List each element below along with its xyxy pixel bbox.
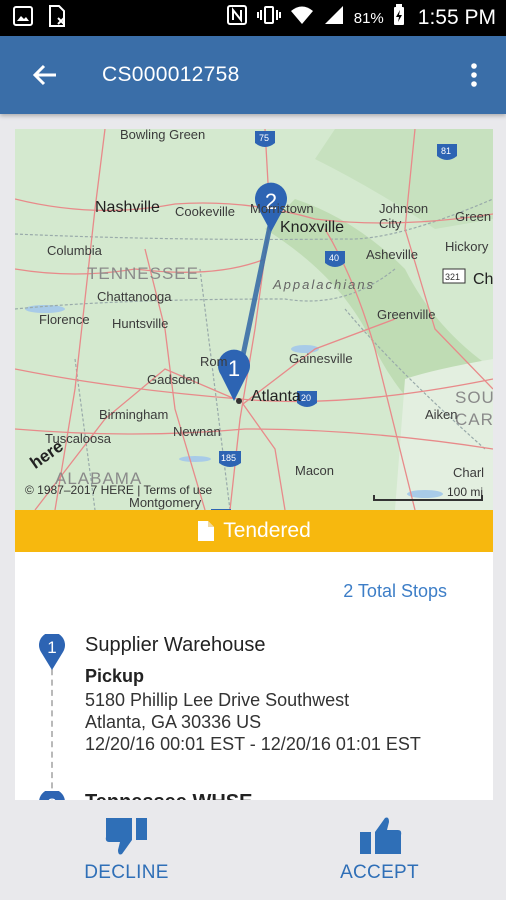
status-label: Tendered <box>223 519 311 542</box>
thumbs-down-icon <box>105 818 147 855</box>
map-label-newnan: Newnan <box>173 424 221 439</box>
svg-text:20: 20 <box>301 393 311 403</box>
map-label-appalachians: Appalachians <box>273 277 376 292</box>
stop-marker-icon: 1 <box>39 634 65 670</box>
svg-text:185: 185 <box>221 453 236 463</box>
map-label-bowling-green: Bowling Green <box>120 129 206 142</box>
map-label-green: Green <box>455 209 492 224</box>
action-bar: DECLINE ACCEPT <box>0 800 506 900</box>
map-label-chattanooga: Chattanooga <box>97 289 172 304</box>
map-label-rome: Rom <box>200 354 228 369</box>
map-label-morristown: Morristown <box>250 201 314 216</box>
accept-label: ACCEPT <box>340 862 419 883</box>
map-label-atlanta: Atlanta <box>251 388 301 405</box>
stop-connector <box>51 659 53 809</box>
stop-time-window: 12/20/16 00:01 EST - 12/20/16 01:01 EST <box>85 734 421 754</box>
stop-name: Supplier Warehouse <box>85 634 266 656</box>
svg-text:75: 75 <box>259 133 269 143</box>
decline-label: DECLINE <box>84 862 169 883</box>
map-label-aiken: Aiken <box>425 407 458 422</box>
thumbs-up-icon <box>359 817 401 854</box>
document-icon <box>198 521 215 541</box>
map-label-asheville: Asheville <box>366 247 419 262</box>
file-x-icon <box>46 4 68 33</box>
arrow-left-icon <box>32 64 56 86</box>
svg-text:1: 1 <box>47 638 56 657</box>
status-bar: 81% 1:55 PM <box>0 0 506 36</box>
shipment-card: 75 81 40 20 185 321 2 1 Bowling Green Na <box>15 129 493 819</box>
nfc-icon <box>226 4 248 32</box>
map-label-nashville: Nashville <box>95 199 160 216</box>
map-copyright[interactable]: © 1987–2017 HERE | Terms of use <box>25 483 212 497</box>
map-label-montgomery: Montgomery <box>129 495 202 510</box>
map-label-hickory: Hickory <box>445 239 489 254</box>
svg-text:321: 321 <box>445 272 460 282</box>
map-label-greenville: Greenville <box>377 307 436 322</box>
stop-address-line2: Atlanta, GA 30336 US <box>85 712 262 732</box>
battery-icon <box>393 4 405 32</box>
vibrate-icon <box>256 4 281 32</box>
svg-text:1: 1 <box>228 356 240 381</box>
map-label-macon: Macon <box>295 463 335 478</box>
clock: 1:55 PM <box>417 6 496 29</box>
map-label-charlotte-top: Ch <box>473 271 493 288</box>
decline-button[interactable]: DECLINE <box>0 800 253 900</box>
map-scale-bar <box>373 495 483 501</box>
total-stops: 2 Total Stops <box>343 581 447 601</box>
map-label-cookeville: Cookeville <box>175 204 235 219</box>
more-vert-icon <box>471 63 477 87</box>
map-label-huntsville: Huntsville <box>112 316 169 331</box>
stop-type: Pickup <box>85 666 145 686</box>
back-button[interactable] <box>14 36 76 114</box>
map-label-gainesville: Gainesville <box>289 351 353 366</box>
map-label-johnson-city: Johnson City <box>379 201 429 231</box>
app-bar: CS000012758 <box>0 36 506 114</box>
svg-text:81: 81 <box>441 146 451 156</box>
svg-text:40: 40 <box>329 253 339 263</box>
signal-icon <box>323 5 345 31</box>
page-title: CS000012758 <box>102 63 240 86</box>
map-label-gadsden: Gadsden <box>147 372 200 387</box>
map-label-birmingham: Birmingham <box>99 407 169 422</box>
status-banner: Tendered <box>15 510 493 552</box>
map-label-south-carolina: SOU CARO <box>455 388 493 429</box>
battery-percent: 81% <box>353 9 384 27</box>
map-label-columbia: Columbia <box>47 243 102 258</box>
map-label-tennessee: TENNESSEE <box>87 264 199 283</box>
overflow-menu-button[interactable] <box>454 36 494 114</box>
map-label-charleston: Charl <box>453 465 485 480</box>
wifi-icon <box>290 5 314 31</box>
accept-button[interactable]: ACCEPT <box>253 800 506 900</box>
map-label-knoxville: Knoxville <box>280 219 345 236</box>
image-icon <box>12 5 34 32</box>
route-map[interactable]: 75 81 40 20 185 321 2 1 Bowling Green Na <box>15 129 493 510</box>
stop-address-line1: 5180 Phillip Lee Drive Southwest <box>85 690 350 710</box>
map-label-florence: Florence <box>39 312 90 327</box>
